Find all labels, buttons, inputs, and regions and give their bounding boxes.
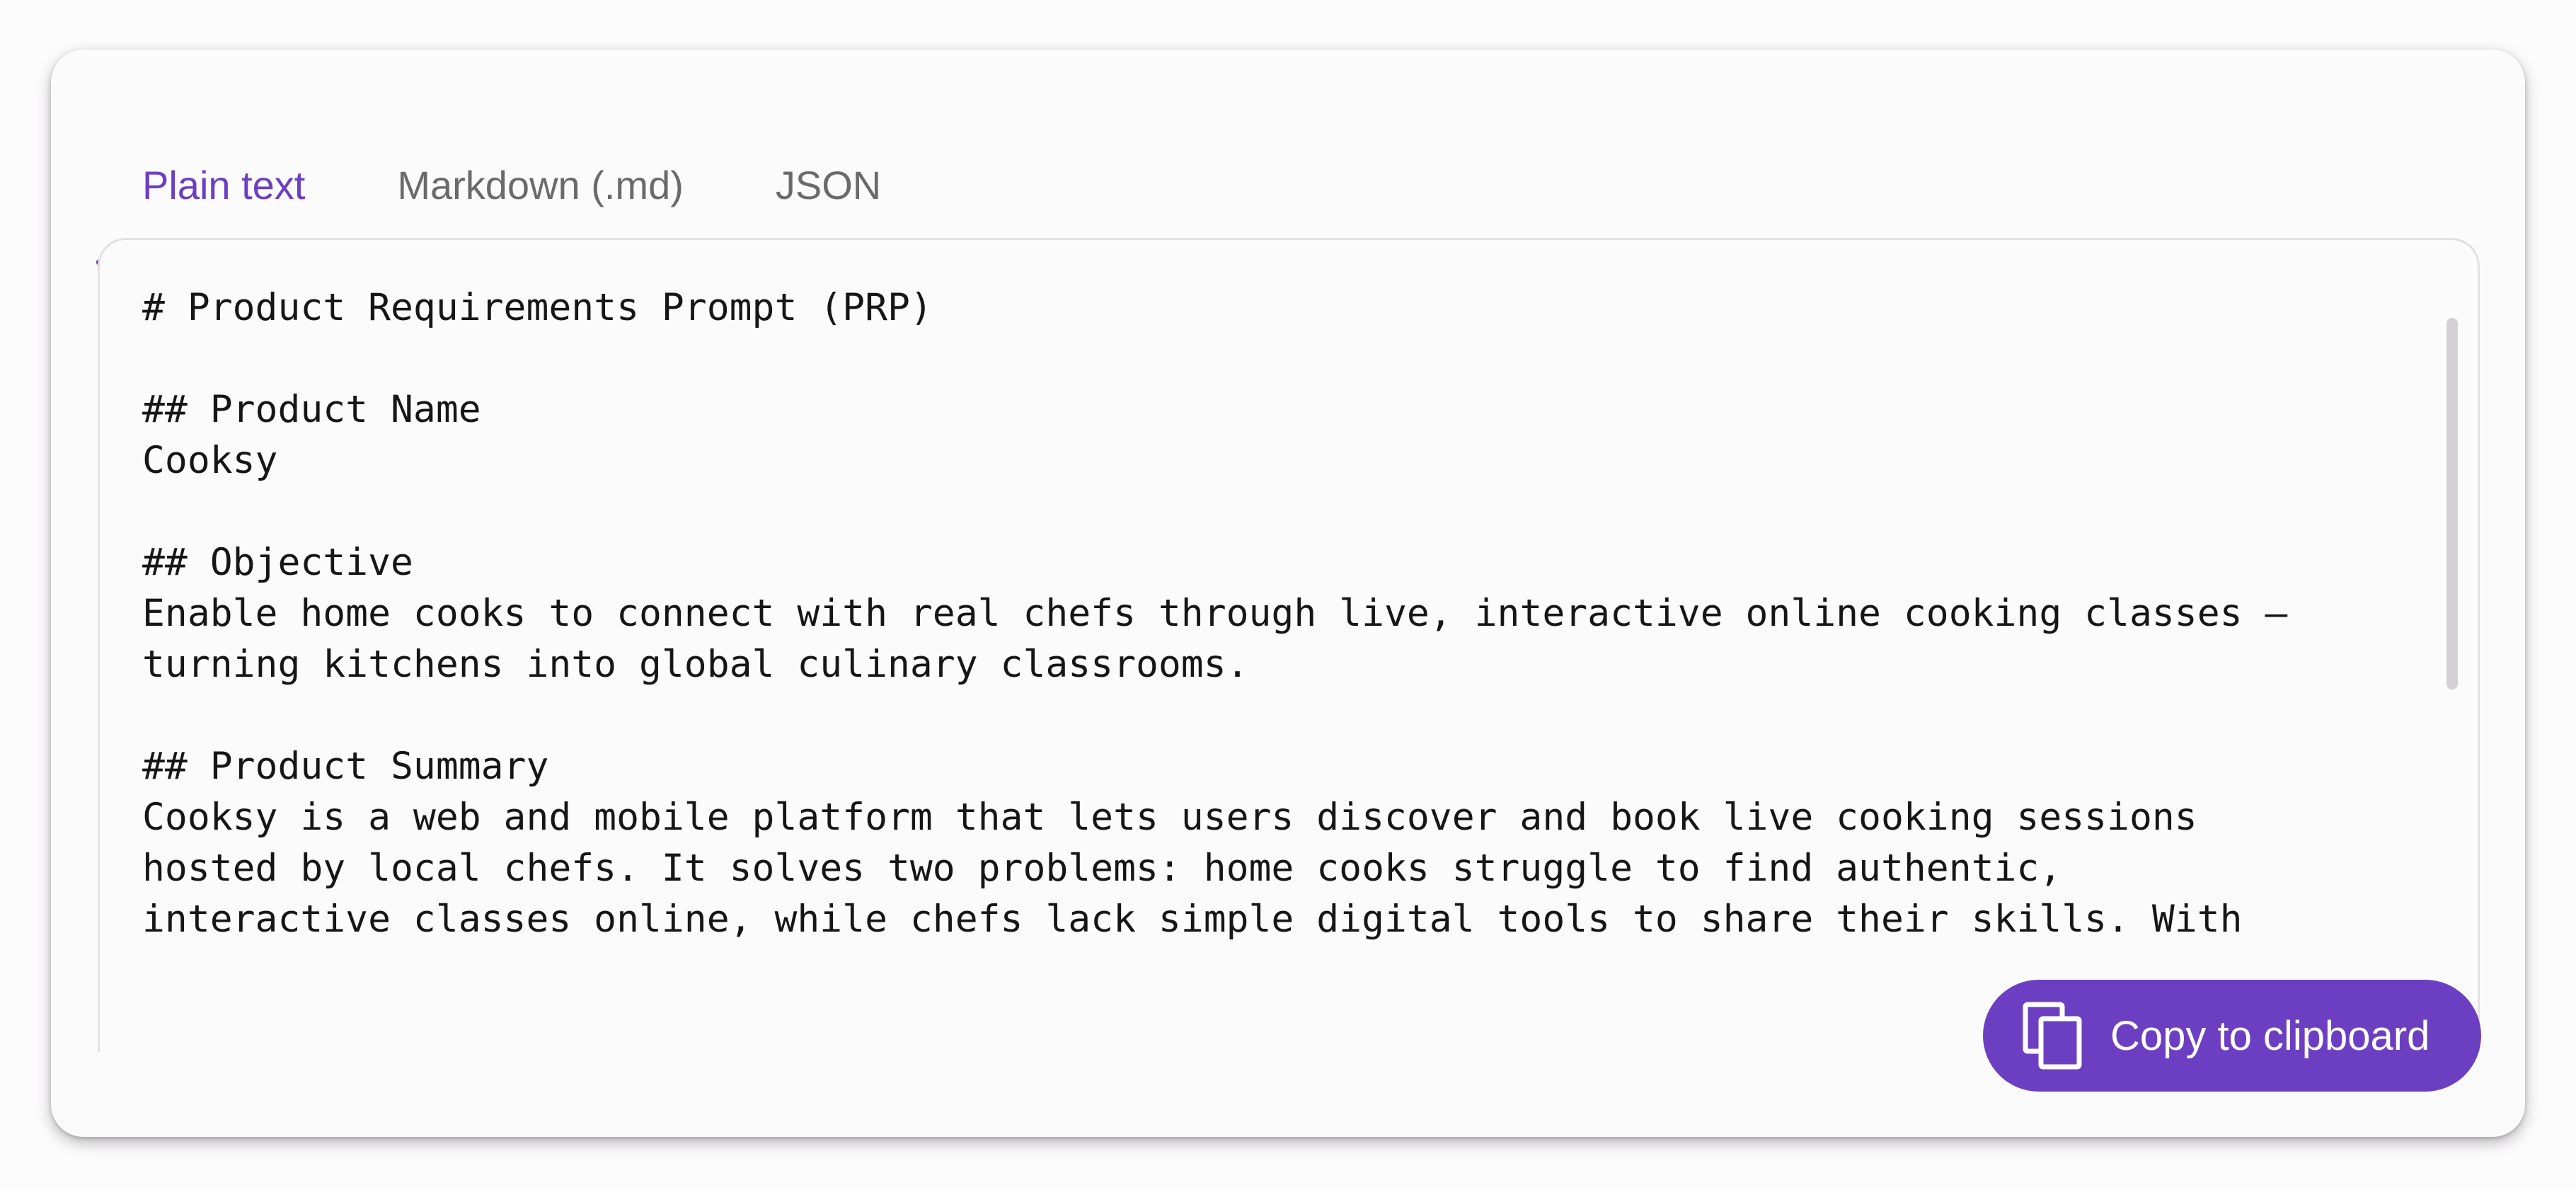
copy-button-label: Copy to clipboard xyxy=(2110,1012,2430,1059)
scrollbar[interactable] xyxy=(2446,282,2462,1026)
copy-to-clipboard-button[interactable]: Copy to clipboard xyxy=(1983,980,2481,1092)
export-dialog: Plain text Markdown (.md) JSON # Product… xyxy=(51,50,2525,1137)
scrollbar-thumb[interactable] xyxy=(2446,318,2458,690)
output-text-area[interactable]: # Product Requirements Prompt (PRP) ## P… xyxy=(98,238,2480,1052)
output-text: # Product Requirements Prompt (PRP) ## P… xyxy=(142,286,2288,941)
copy-icon xyxy=(2023,1002,2082,1070)
